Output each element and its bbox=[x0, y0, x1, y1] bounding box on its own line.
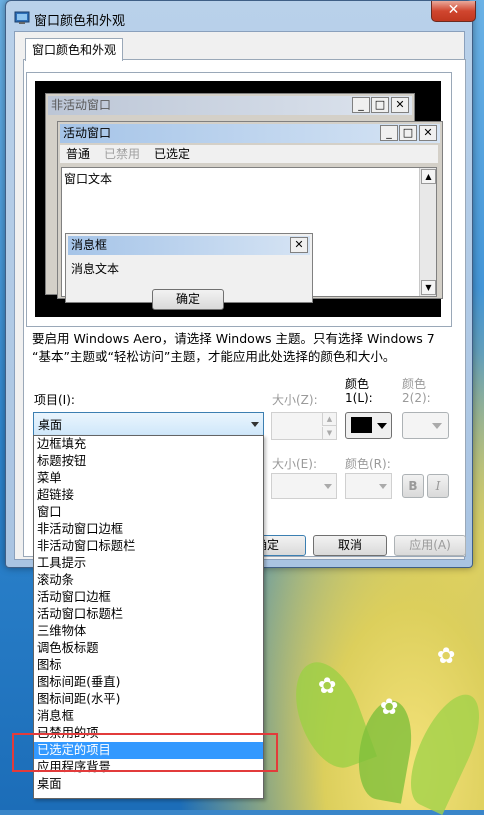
annotation-highlight-box bbox=[12, 733, 278, 772]
close-icon: ✕ bbox=[290, 237, 308, 253]
apply-button[interactable]: 应用(A) bbox=[394, 535, 466, 556]
maximize-icon: □ bbox=[371, 97, 389, 113]
dropdown-item[interactable]: 菜单 bbox=[34, 470, 263, 487]
preview-msgbox-title: 消息框 bbox=[68, 236, 310, 255]
appearance-preview: 非活动窗口 _ □ ✕ 活动窗口 _ □ ✕ 普通 已禁用 已选定 窗口文本 ▲ bbox=[26, 72, 452, 327]
item-select[interactable]: 桌面 bbox=[33, 412, 264, 436]
font-color-select[interactable] bbox=[345, 473, 392, 499]
minimize-icon: _ bbox=[380, 125, 398, 141]
close-icon: ✕ bbox=[419, 125, 437, 141]
color1-picker[interactable] bbox=[345, 412, 392, 439]
chevron-down-icon bbox=[377, 423, 387, 429]
chevron-down-icon bbox=[432, 423, 442, 429]
color2-label-line2: 2(2): bbox=[402, 391, 431, 405]
scroll-down-icon: ▼ bbox=[421, 280, 436, 295]
bold-button[interactable]: B bbox=[402, 474, 424, 498]
flower-decoration: ✿ bbox=[380, 695, 399, 720]
font-color-label: 颜色(R): bbox=[345, 457, 391, 471]
menu-normal: 普通 bbox=[66, 147, 91, 161]
maximize-icon: □ bbox=[399, 125, 417, 141]
stepper-up-icon: ▲ bbox=[322, 413, 336, 426]
dropdown-item[interactable]: 活动窗口边框 bbox=[34, 589, 263, 606]
menu-selected: 已选定 bbox=[154, 147, 191, 161]
color1-label-line1: 颜色 bbox=[345, 377, 370, 391]
preview-ok-button: 确定 bbox=[152, 289, 224, 310]
minimize-icon: _ bbox=[352, 97, 370, 113]
color2-label-line1: 颜色 bbox=[402, 377, 427, 391]
dropdown-item[interactable]: 滚动条 bbox=[34, 572, 263, 589]
italic-button[interactable]: I bbox=[427, 474, 449, 498]
size-label: 大小(Z): bbox=[272, 393, 318, 407]
color2-picker[interactable] bbox=[402, 412, 449, 439]
dropdown-item[interactable]: 窗口 bbox=[34, 504, 263, 521]
chevron-down-icon bbox=[251, 422, 259, 427]
scroll-up-icon: ▲ bbox=[421, 169, 436, 184]
stepper-down-icon: ▼ bbox=[322, 427, 336, 439]
preview-scrollbar: ▲ ▼ bbox=[419, 168, 436, 296]
flower-decoration: ✿ bbox=[318, 674, 337, 699]
cancel-button[interactable]: 取消 bbox=[313, 535, 387, 556]
description-text: 要启用 Windows Aero，请选择 Windows 主题。只有选择 Win… bbox=[32, 331, 435, 364]
dropdown-item[interactable]: 调色板标题 bbox=[34, 640, 263, 657]
dropdown-item[interactable]: 活动窗口标题栏 bbox=[34, 606, 263, 623]
dropdown-item[interactable]: 图标 bbox=[34, 657, 263, 674]
close-button[interactable]: ✕ bbox=[431, 1, 476, 22]
chevron-down-icon bbox=[324, 484, 332, 489]
size-stepper[interactable]: ▲ ▼ bbox=[271, 412, 337, 440]
dropdown-item[interactable]: 非活动窗口边框 bbox=[34, 521, 263, 538]
dropdown-item[interactable]: 图标间距(垂直) bbox=[34, 674, 263, 691]
tab-window-color[interactable]: 窗口颜色和外观 bbox=[25, 38, 123, 61]
menu-disabled: 已禁用 bbox=[104, 147, 141, 161]
font-size-label: 大小(E): bbox=[272, 457, 317, 471]
color1-swatch bbox=[351, 417, 372, 433]
dropdown-item[interactable]: 图标间距(水平) bbox=[34, 691, 263, 708]
font-size-select[interactable] bbox=[271, 473, 337, 499]
item-label: 项目(I): bbox=[34, 393, 75, 407]
dropdown-item[interactable]: 消息框 bbox=[34, 708, 263, 725]
preview-desktop: 非活动窗口 _ □ ✕ 活动窗口 _ □ ✕ 普通 已禁用 已选定 窗口文本 ▲ bbox=[35, 81, 443, 317]
dropdown-item[interactable]: 边框填充 bbox=[34, 436, 263, 453]
dropdown-item[interactable]: 超链接 bbox=[34, 487, 263, 504]
item-select-value: 桌面 bbox=[38, 418, 63, 432]
preview-menubar: 普通 已禁用 已选定 bbox=[60, 145, 438, 163]
dropdown-item[interactable]: 桌面 bbox=[34, 776, 263, 793]
dropdown-item[interactable]: 标题按钮 bbox=[34, 453, 263, 470]
flower-decoration: ✿ bbox=[437, 644, 456, 669]
preview-msgbox-text: 消息文本 bbox=[71, 262, 120, 276]
chevron-down-icon bbox=[379, 484, 387, 489]
dropdown-item[interactable]: 三维物体 bbox=[34, 623, 263, 640]
close-icon: ✕ bbox=[391, 97, 409, 113]
window-title: 窗口颜色和外观 bbox=[34, 14, 126, 29]
color1-label-line2: 1(L): bbox=[345, 391, 373, 405]
preview-window-text: 窗口文本 bbox=[64, 172, 113, 186]
dropdown-item[interactable]: 工具提示 bbox=[34, 555, 263, 572]
dropdown-item[interactable]: 非活动窗口标题栏 bbox=[34, 538, 263, 555]
display-icon bbox=[14, 11, 30, 24]
